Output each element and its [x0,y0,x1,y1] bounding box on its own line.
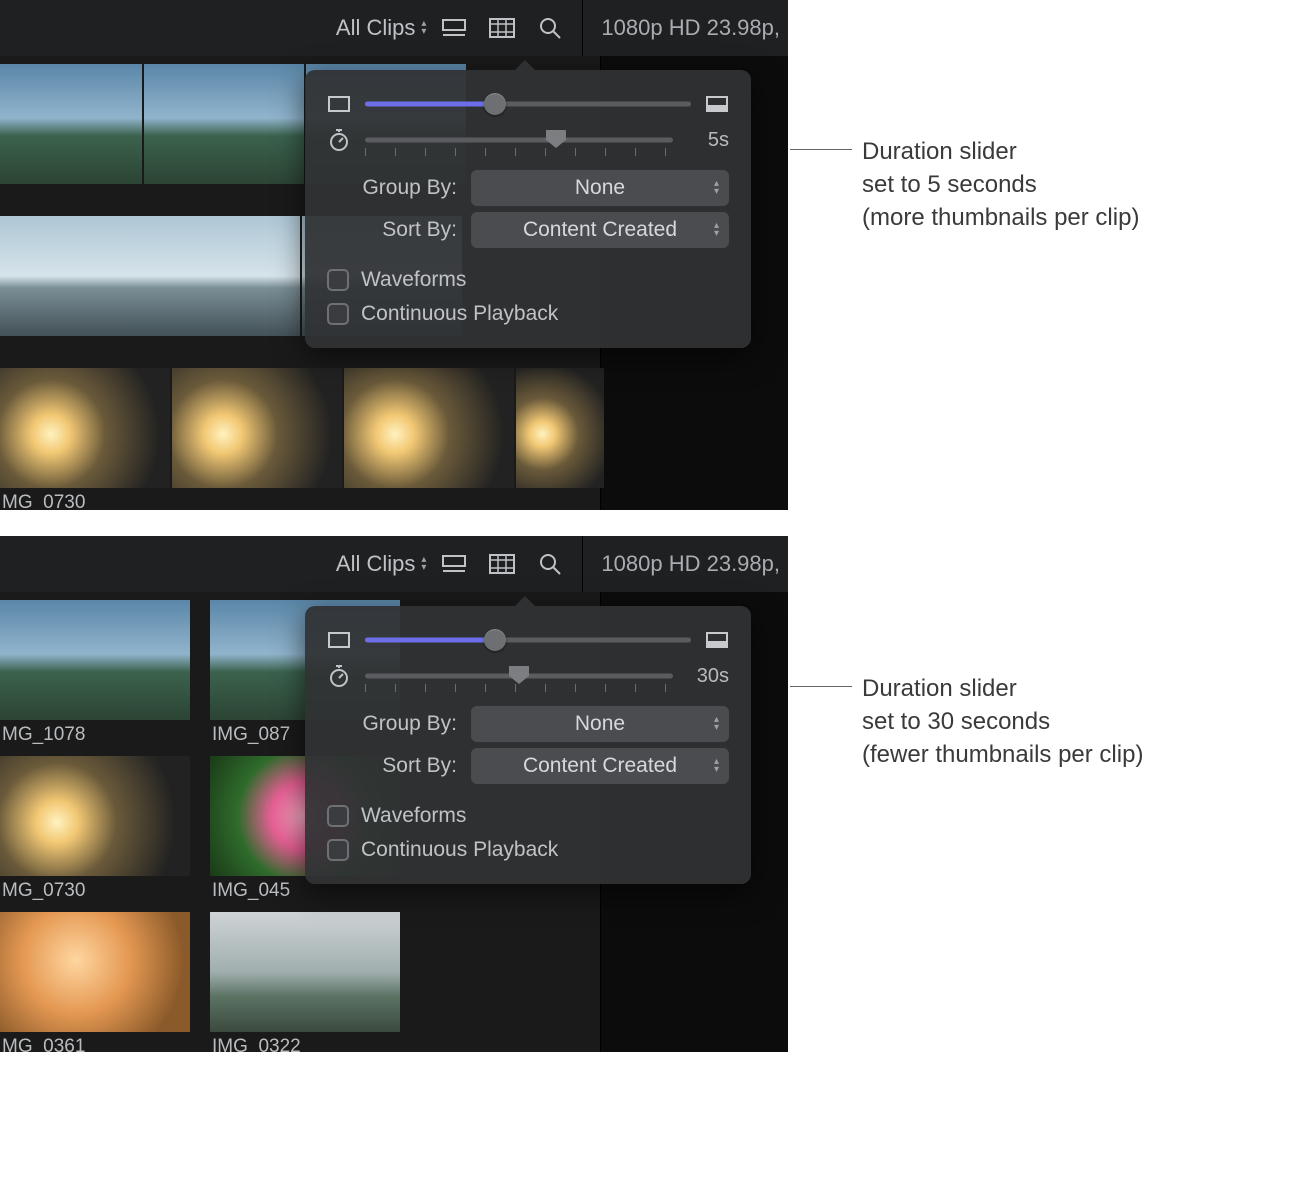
thumbnail-small-icon [327,96,351,112]
groupby-select[interactable]: None ▴▾ [471,170,729,206]
duration-value: 30s [687,665,729,688]
clip-filter-label: All Clips [336,551,415,577]
clip-thumbnail[interactable] [0,216,300,336]
clip-appearance-popover: 5s Group By: None ▴▾ Sort By: Content Cr… [305,70,751,348]
thumbnail-size-slider[interactable] [365,92,691,116]
clip-thumbnail[interactable] [0,912,190,1032]
continuous-playback-checkbox[interactable] [327,839,349,861]
viewer-format-label: 1080p HD 23.98p, [583,551,780,577]
sortby-value: Content Created [523,218,677,242]
clip-thumbnail[interactable] [0,600,190,720]
viewer-format-label: 1080p HD 23.98p, [583,15,780,41]
search-icon[interactable] [536,14,564,42]
thumbnail-size-row [327,628,729,652]
groupby-value: None [575,176,625,200]
annotation-text: Duration slider set to 30 seconds (fewer… [862,672,1143,771]
stopwatch-icon [327,665,351,687]
groupby-select[interactable]: None ▴▾ [471,706,729,742]
filmstrip-view-icon[interactable] [488,14,516,42]
clip-row [0,360,600,488]
stopwatch-icon [327,129,351,151]
clip-filter-label: All Clips [336,15,415,41]
clip-thumbnail[interactable] [172,368,342,488]
search-icon[interactable] [536,550,564,578]
list-view-icon[interactable] [440,14,468,42]
clip-thumbnail[interactable] [516,368,604,488]
groupby-value: None [575,712,625,736]
waveforms-checkbox[interactable] [327,269,349,291]
clip-thumbnail[interactable] [344,368,514,488]
clip-thumbnail[interactable] [0,368,170,488]
continuous-playback-checkbox[interactable] [327,303,349,325]
browser-panel-5s: All Clips ▴▾ 1080p HD 23.98p, [0,0,788,510]
annotation-top: Duration slider set to 5 seconds (more t… [790,135,1139,234]
continuous-playback-label: Continuous Playback [361,302,558,326]
sortby-select[interactable]: Content Created ▴▾ [471,748,729,784]
clip-thumbnail[interactable] [0,64,142,184]
filmstrip-view-icon[interactable] [488,550,516,578]
leader-line [790,686,852,687]
clip-label: MG_0730 [0,488,600,510]
updown-icon: ▴▾ [714,758,719,774]
sortby-label: Sort By: [327,754,457,778]
leader-line [790,149,852,150]
duration-row: 30s [327,664,729,688]
clip-label: MG_1078 [0,720,190,756]
annotation-bottom: Duration slider set to 30 seconds (fewer… [790,672,1143,771]
annotation-text: Duration slider set to 5 seconds (more t… [862,135,1139,234]
clip-filter-dropdown[interactable]: All Clips ▴▾ [332,11,431,45]
updown-icon: ▴▾ [421,556,426,572]
duration-slider[interactable] [365,664,673,688]
continuous-playback-label: Continuous Playback [361,838,558,862]
updown-icon: ▴▾ [714,222,719,238]
duration-slider[interactable] [365,128,673,152]
sortby-value: Content Created [523,754,677,778]
thumbnail-size-row [327,92,729,116]
updown-icon: ▴▾ [421,20,426,36]
clip-label: MG_0361 [0,1032,190,1052]
browser-panel-30s: All Clips ▴▾ 1080p HD 23.98p, MG_1078 IM… [0,536,788,1052]
sortby-label: Sort By: [327,218,457,242]
browser-toolbar: All Clips ▴▾ 1080p HD 23.98p, [0,0,788,56]
thumbnail-large-icon [705,632,729,648]
thumbnail-small-icon [327,632,351,648]
waveforms-label: Waveforms [361,804,466,828]
thumbnail-large-icon [705,96,729,112]
clip-appearance-popover: 30s Group By: None ▴▾ Sort By: Content C… [305,606,751,884]
duration-row: 5s [327,128,729,152]
duration-value: 5s [687,129,729,152]
sortby-select[interactable]: Content Created ▴▾ [471,212,729,248]
clip-thumbnail[interactable] [210,912,400,1032]
clip-label: MG_0730 [0,876,190,912]
updown-icon: ▴▾ [714,716,719,732]
clip-thumbnail[interactable] [0,756,190,876]
waveforms-checkbox[interactable] [327,805,349,827]
clip-thumbnail[interactable] [144,64,304,184]
updown-icon: ▴▾ [714,180,719,196]
clip-label: IMG_0322 [210,1032,400,1052]
list-view-icon[interactable] [440,550,468,578]
thumbnail-size-slider[interactable] [365,628,691,652]
clip-filter-dropdown[interactable]: All Clips ▴▾ [332,547,431,581]
waveforms-label: Waveforms [361,268,466,292]
browser-toolbar: All Clips ▴▾ 1080p HD 23.98p, [0,536,788,592]
groupby-label: Group By: [327,712,457,736]
groupby-label: Group By: [327,176,457,200]
